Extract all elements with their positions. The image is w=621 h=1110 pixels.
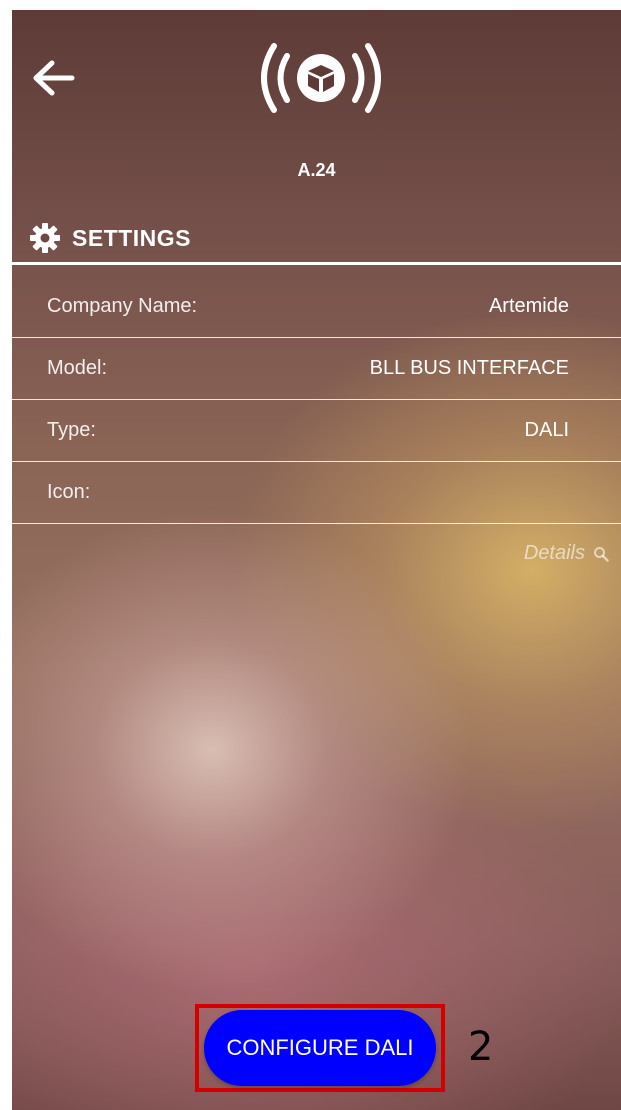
settings-divider (12, 262, 621, 265)
settings-list: Company Name: Artemide Model: BLL BUS IN… (12, 276, 621, 524)
settings-row-icon: Icon: (12, 462, 621, 524)
row-value: BLL BUS INTERFACE (369, 357, 569, 379)
settings-row-type: Type: DALI (12, 400, 621, 462)
details-link[interactable]: Details (524, 542, 609, 565)
settings-title: SETTINGS (72, 224, 192, 251)
gear-icon (28, 221, 62, 255)
row-label: Model: (47, 357, 108, 379)
details-label: Details (523, 542, 585, 564)
settings-row-company-name: Company Name: Artemide (12, 276, 621, 338)
configure-dali-button[interactable]: CONFIGURE DALI (204, 1010, 436, 1086)
row-label: Icon: (47, 481, 91, 503)
app-screen: A.24 SETTINGS Company Name: Artemide Mod… (12, 10, 621, 1110)
row-label: Type: (47, 419, 96, 441)
wireless-cube-icon (256, 38, 386, 118)
step-number-label: 2 (468, 1024, 494, 1070)
row-label: Company Name: (47, 295, 198, 317)
device-id: A.24 (297, 160, 336, 180)
arrow-left-icon (33, 60, 75, 96)
search-icon (594, 546, 609, 562)
row-value: DALI (524, 419, 569, 441)
settings-row-model: Model: BLL BUS INTERFACE (12, 338, 621, 400)
row-value: Artemide (488, 295, 569, 317)
settings-header: SETTINGS (28, 216, 191, 260)
back-button[interactable] (30, 58, 76, 98)
